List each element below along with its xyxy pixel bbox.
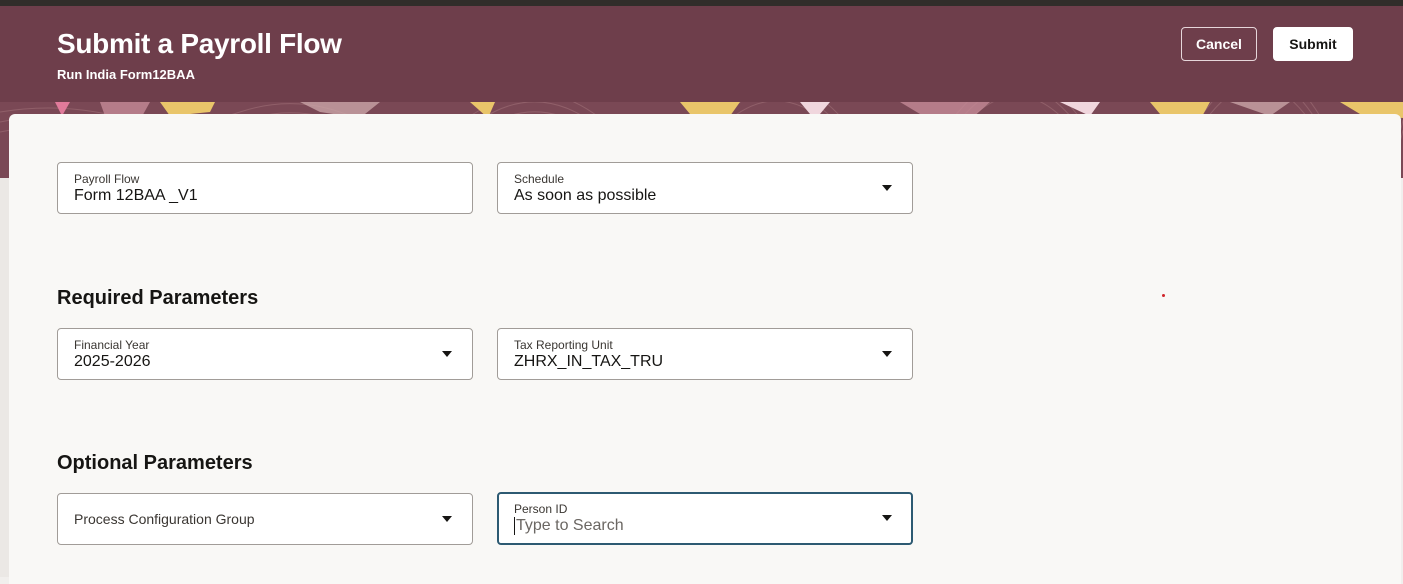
page-subtitle: Run India Form12BAA (57, 67, 195, 82)
tax-reporting-unit-value: ZHRX_IN_TAX_TRU (514, 353, 664, 370)
schedule-label: Schedule (514, 172, 565, 186)
person-id-search-input[interactable] (514, 517, 856, 535)
process-configuration-group-placeholder: Process Configuration Group (74, 511, 255, 527)
submit-button[interactable]: Submit (1273, 27, 1353, 61)
page-title: Submit a Payroll Flow (57, 28, 342, 59)
payroll-flow-value: Form 12BAA _V1 (74, 187, 198, 204)
cancel-button[interactable]: Cancel (1181, 27, 1257, 61)
person-id-label: Person ID (514, 502, 568, 516)
schedule-select[interactable]: Schedule As soon as possible (497, 162, 913, 214)
page-side-background (0, 178, 9, 577)
financial-year-label: Financial Year (74, 338, 150, 352)
schedule-value: As soon as possible (514, 187, 657, 204)
chevron-down-icon[interactable] (882, 515, 892, 521)
person-id-field[interactable]: Person ID (497, 492, 913, 545)
optional-parameters-heading: Optional Parameters (57, 452, 253, 474)
chevron-down-icon[interactable] (442, 351, 452, 357)
required-parameters-heading: Required Parameters (57, 287, 259, 309)
chevron-down-icon[interactable] (442, 516, 452, 522)
tax-reporting-unit-select[interactable]: Tax Reporting Unit ZHRX_IN_TAX_TRU (497, 328, 913, 380)
marker-dot (1162, 294, 1165, 297)
financial-year-value: 2025-2026 (74, 353, 151, 370)
payroll-flow-field[interactable]: Payroll Flow Form 12BAA _V1 (57, 162, 473, 214)
process-configuration-group-select[interactable]: Process Configuration Group (57, 493, 473, 545)
chevron-down-icon[interactable] (882, 351, 892, 357)
chevron-down-icon[interactable] (882, 185, 892, 191)
payroll-flow-label: Payroll Flow (74, 172, 140, 186)
financial-year-select[interactable]: Financial Year 2025-2026 (57, 328, 473, 380)
tax-reporting-unit-label: Tax Reporting Unit (514, 338, 613, 352)
